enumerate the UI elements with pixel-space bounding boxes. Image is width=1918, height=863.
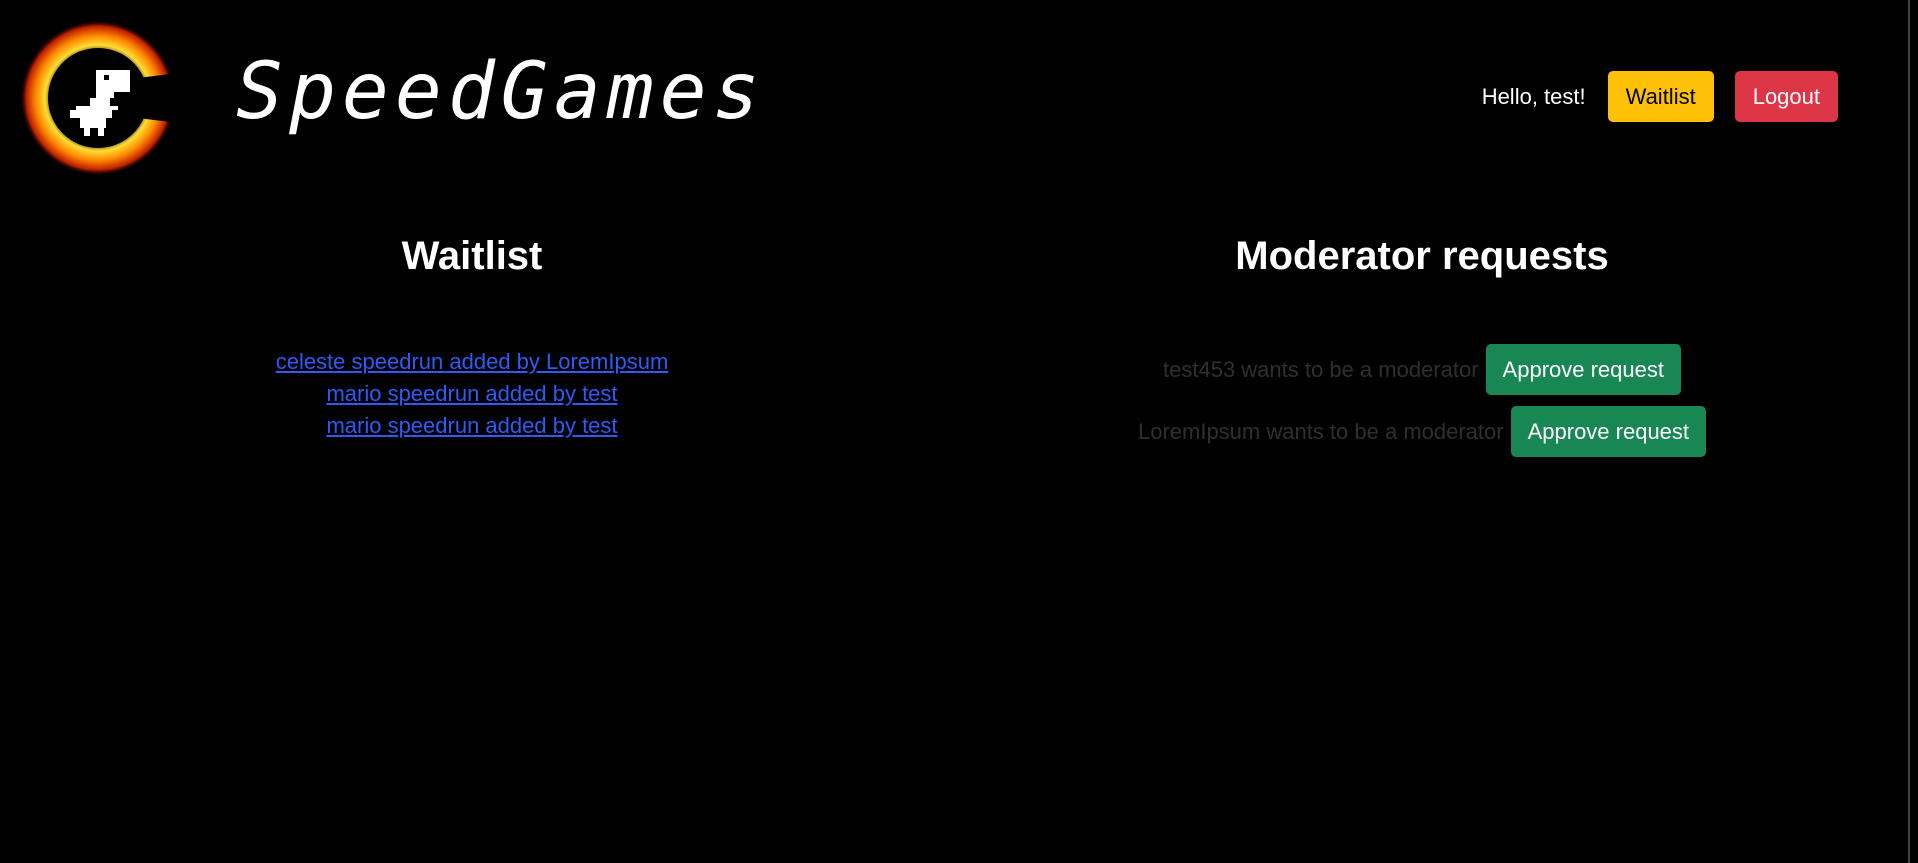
waitlist-section: Waitlist celeste speedrun added by Lorem… [0,226,944,442]
logout-button[interactable]: Logout [1734,71,1838,122]
vertical-scrollbar[interactable] [1900,0,1918,863]
waitlist-item-link[interactable]: celeste speedrun added by LoremIpsum [276,346,669,378]
moderator-request-text: LoremIpsum wants to be a moderator [1137,418,1504,444]
moderator-request-text: test453 wants to be a moderator [1163,356,1479,382]
brand-title[interactable]: SpeedGames [236,42,766,142]
moderator-request-list: test453 wants to be a moderator Approve … [944,344,1900,468]
scrollbar-thumb[interactable] [1908,0,1910,863]
approve-request-button[interactable]: Approve request [1510,406,1707,457]
flaming-dino-logo-icon[interactable] [18,18,178,178]
header: SpeedGames Hello, test! Waitlist Logout [0,0,1900,180]
waitlist-button[interactable]: Waitlist [1607,71,1714,122]
top-nav: Hello, test! Waitlist Logout [1482,71,1838,122]
waitlist-item-link[interactable]: mario speedrun added by test [326,378,617,410]
moderator-requests-section: Moderator requests test453 wants to be a… [944,226,1900,468]
moderator-request-row: LoremIpsum wants to be a moderator Appro… [1137,406,1707,457]
approve-request-button[interactable]: Approve request [1485,344,1681,395]
moderator-request-row: test453 wants to be a moderator Approve … [1163,344,1681,395]
moderator-requests-heading: Moderator requests [1235,234,1609,278]
user-greeting: Hello, test! [1481,83,1586,109]
waitlist-heading: Waitlist [401,234,543,278]
waitlist-list: celeste speedrun added by LoremIpsum mar… [0,346,944,442]
waitlist-item-link[interactable]: mario speedrun added by test [326,410,617,442]
page: SpeedGames Hello, test! Waitlist Logout … [0,0,1918,863]
logo-graphic [20,20,178,176]
